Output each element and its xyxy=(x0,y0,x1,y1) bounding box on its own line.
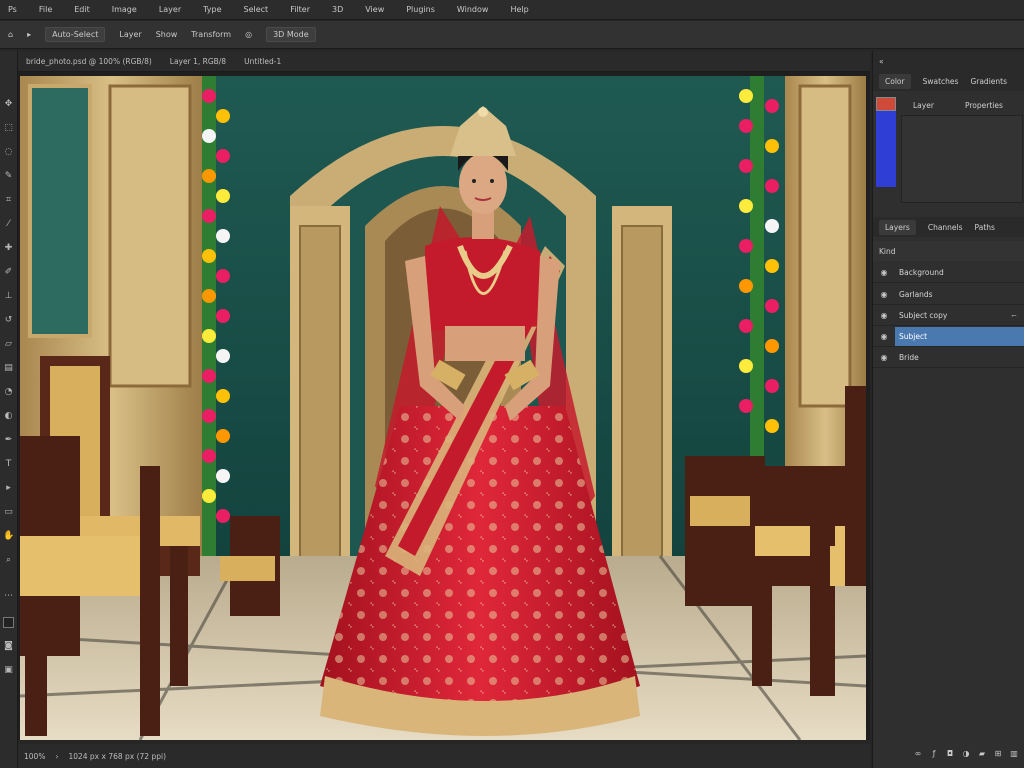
menu-3d[interactable]: 3D xyxy=(332,5,343,14)
right-panel: « Color Swatches Gradients Layer Propert… xyxy=(872,51,1024,768)
zoom-tool-icon[interactable]: ⌕ xyxy=(3,555,14,566)
trash-icon[interactable]: ▥ xyxy=(1009,749,1019,758)
tab-swatches[interactable]: Swatches xyxy=(923,77,959,86)
folder-icon[interactable]: ▰ xyxy=(977,749,987,758)
layer-row[interactable]: ◉ Subject copy ⌐ xyxy=(873,306,1024,326)
menu-help[interactable]: Help xyxy=(510,5,528,14)
tools-panel: ✥ ⬚ ◌ ✎ ⌗ ⁄ ✚ ✐ ⊥ ↺ ▱ ▤ ◔ ◐ ✒ T ▸ ▭ ✋ ⌕ … xyxy=(0,51,18,768)
layer-name: Subject xyxy=(895,327,1024,346)
type-tool-icon[interactable]: T xyxy=(3,459,14,470)
shape-tool-icon[interactable]: ▭ xyxy=(3,507,14,518)
color-panel-tabs: Color Swatches Gradients xyxy=(873,71,1024,91)
screen-mode-icon[interactable]: ▣ xyxy=(3,665,14,676)
blur-tool-icon[interactable]: ◔ xyxy=(3,387,14,398)
brush-tool-icon[interactable]: ✐ xyxy=(3,267,14,278)
layers-filter-bar: Kind xyxy=(873,241,1024,261)
path-select-tool-icon[interactable]: ▸ xyxy=(3,483,14,494)
crop-tool-icon[interactable]: ⌗ xyxy=(3,195,14,206)
menu-plugins[interactable]: Plugins xyxy=(406,5,435,14)
layer-kind-filter[interactable]: Kind xyxy=(879,247,896,256)
layer-row-selected[interactable]: ◉ Subject xyxy=(873,327,1024,347)
tab-gradients[interactable]: Gradients xyxy=(970,77,1007,86)
menu-file[interactable]: File xyxy=(39,5,52,14)
menu-bar: Ps File Edit Image Layer Type Select Fil… xyxy=(0,0,1024,20)
bride-photo xyxy=(20,76,866,740)
3d-mode-button[interactable]: 3D Mode xyxy=(266,27,316,42)
zoom-level[interactable]: 100% xyxy=(24,752,45,761)
gradient-tool-icon[interactable]: ▤ xyxy=(3,363,14,374)
visibility-eye-icon[interactable]: ◉ xyxy=(873,311,895,320)
visibility-eye-icon[interactable]: ◉ xyxy=(873,268,895,277)
visibility-eye-icon[interactable]: ◉ xyxy=(873,332,895,341)
layer-row[interactable]: ◉ Bride xyxy=(873,348,1024,368)
menu-select[interactable]: Select xyxy=(244,5,269,14)
options-bar: ⌂ ▸ Auto-Select Layer Show Transform ◎ 3… xyxy=(0,21,1024,49)
pen-tool-icon[interactable]: ✒ xyxy=(3,435,14,446)
properties-title: Layer xyxy=(913,101,934,110)
move-tool-icon[interactable]: ✥ xyxy=(3,99,14,110)
dodge-tool-icon[interactable]: ◐ xyxy=(3,411,14,422)
document-size: 1024 px x 768 px (72 ppi) xyxy=(68,751,166,761)
layers-panel-footer: ∞ ƒ ◘ ◑ ▰ ⊞ ▥ xyxy=(873,741,1024,765)
tab-layers[interactable]: Layers xyxy=(879,219,916,235)
layers-panel-tabs: Layers Channels Paths xyxy=(873,217,1024,237)
marquee-tool-icon[interactable]: ⬚ xyxy=(3,123,14,134)
visibility-eye-icon[interactable]: ◉ xyxy=(873,290,895,299)
more-tools-icon[interactable]: ⋯ xyxy=(3,591,14,602)
layer-name: Background xyxy=(899,268,944,277)
auto-select-checkbox[interactable]: Auto-Select xyxy=(45,27,106,42)
menu-view[interactable]: View xyxy=(365,5,384,14)
quick-select-tool-icon[interactable]: ✎ xyxy=(3,171,14,182)
layer-row[interactable]: ◉ Garlands xyxy=(873,285,1024,305)
properties-panel xyxy=(901,115,1023,203)
visibility-eye-icon[interactable]: ◉ xyxy=(873,353,895,362)
layer-row[interactable]: ◉ Background xyxy=(873,263,1024,283)
tab-paths[interactable]: Paths xyxy=(975,223,995,232)
layer-dropdown[interactable]: Layer xyxy=(119,30,141,39)
document-tabs: bride_photo.psd @ 100% (RGB/8) Layer 1, … xyxy=(18,51,870,72)
canvas-area[interactable] xyxy=(18,72,870,740)
layer-name: Bride xyxy=(899,353,919,362)
menu-layer[interactable]: Layer xyxy=(159,5,181,14)
document-tab-info: Layer 1, RGB/8 xyxy=(169,56,227,66)
panel-header-bar: « xyxy=(873,51,1024,71)
foreground-color-swatch[interactable] xyxy=(876,97,896,111)
layer-name: Garlands xyxy=(899,290,933,299)
transform-controls[interactable]: Transform xyxy=(191,30,231,39)
eyedropper-tool-icon[interactable]: ⁄ xyxy=(3,219,14,230)
menu-type[interactable]: Type xyxy=(203,5,221,14)
layer-name: Subject copy xyxy=(899,311,948,320)
foreground-color-swatch[interactable] xyxy=(3,617,14,628)
menu-edit[interactable]: Edit xyxy=(74,5,90,14)
eraser-tool-icon[interactable]: ▱ xyxy=(3,339,14,350)
tab-channels[interactable]: Channels xyxy=(928,223,963,232)
document-tab[interactable]: bride_photo.psd @ 100% (RGB/8) xyxy=(26,57,152,66)
mask-icon[interactable]: ◘ xyxy=(945,749,955,758)
history-brush-tool-icon[interactable]: ↺ xyxy=(3,315,14,326)
link-icon[interactable]: ∞ xyxy=(913,749,923,758)
document-tab-secondary[interactable]: Untitled-1 xyxy=(244,57,281,66)
stamp-tool-icon[interactable]: ⊥ xyxy=(3,291,14,302)
move-tool-icon[interactable]: ▸ xyxy=(27,30,31,39)
new-layer-icon[interactable]: ⊞ xyxy=(993,749,1003,758)
orbit-icon[interactable]: ◎ xyxy=(245,30,252,39)
lasso-tool-icon[interactable]: ◌ xyxy=(3,147,14,158)
tab-color[interactable]: Color xyxy=(879,73,911,89)
hand-tool-icon[interactable]: ✋ xyxy=(3,531,14,542)
menu-window[interactable]: Window xyxy=(457,5,489,14)
status-arrow[interactable]: › xyxy=(55,752,58,761)
panel-collapse-icon[interactable]: « xyxy=(879,57,884,66)
adjustment-icon[interactable]: ◑ xyxy=(961,749,971,758)
menu-filter[interactable]: Filter xyxy=(290,5,310,14)
menu-ps[interactable]: Ps xyxy=(8,5,17,14)
quick-mask-icon[interactable]: ◙ xyxy=(3,641,14,652)
fx-icon[interactable]: ƒ xyxy=(929,749,939,758)
lock-icon: ⌐ xyxy=(1011,311,1017,320)
status-bar: 100% › 1024 px x 768 px (72 ppi) xyxy=(18,744,870,768)
properties-label: Properties xyxy=(965,101,1003,110)
show-transform-checkbox[interactable]: Show xyxy=(156,30,178,39)
menu-image[interactable]: Image xyxy=(112,5,137,14)
healing-tool-icon[interactable]: ✚ xyxy=(3,243,14,254)
home-icon[interactable]: ⌂ xyxy=(8,30,13,39)
